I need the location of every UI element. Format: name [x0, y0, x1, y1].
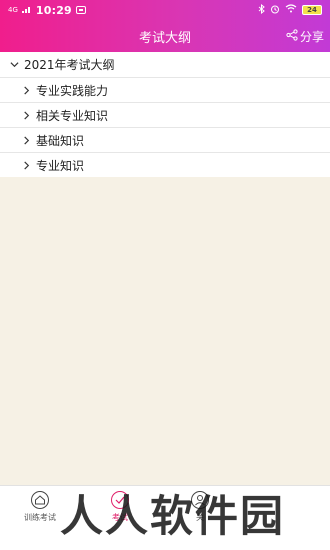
battery-indicator: 24: [302, 5, 322, 15]
tree-item-basic[interactable]: 基础知识: [0, 128, 330, 153]
home-icon: [30, 490, 50, 510]
exam-icon: [110, 490, 130, 510]
tree-item-professional[interactable]: 专业知识: [0, 153, 330, 178]
tab-exam[interactable]: 考试: [88, 490, 152, 523]
chevron-right-icon: [20, 160, 32, 170]
wifi-icon: [285, 4, 297, 16]
signal-indicator: 4G: [8, 6, 18, 14]
tree-root-item[interactable]: 2021年考试大纲: [0, 52, 330, 78]
status-left: 4G 10:29: [8, 4, 86, 17]
chevron-down-icon: [8, 60, 20, 69]
tab-label: 考试: [112, 513, 128, 522]
status-bar: 4G 10:29 24: [0, 0, 330, 20]
status-time: 10:29: [35, 3, 72, 17]
share-label: 分享: [299, 29, 324, 44]
share-icon: [286, 28, 298, 44]
share-button[interactable]: 分享: [286, 20, 324, 52]
signal-bars-icon: [21, 5, 32, 16]
bluetooth-icon: [258, 3, 265, 17]
bottom-tab-bar: 训练考试 考试 关: [0, 485, 330, 550]
alarm-icon: [270, 4, 280, 17]
message-icon: [75, 6, 86, 14]
tree-item-label: 专业知识: [36, 158, 85, 173]
tree-item-label: 相关专业知识: [36, 108, 109, 123]
status-right: 24: [258, 3, 322, 17]
tab-label: 关: [196, 513, 204, 522]
syllabus-tree: 2021年考试大纲 专业实践能力 相关专业知识 基础知识 专业知识: [0, 52, 330, 178]
tab-mine[interactable]: 关: [168, 490, 232, 523]
tab-label: 训练考试: [24, 513, 56, 522]
chevron-right-icon: [20, 135, 32, 145]
tree-item-practice[interactable]: 专业实践能力: [0, 78, 330, 103]
content-area: [0, 177, 330, 485]
app-header: 考试大纲 分享: [0, 20, 330, 52]
tree-item-label: 专业实践能力: [36, 83, 109, 98]
page-title: 考试大纲: [138, 30, 191, 46]
user-icon: [190, 490, 210, 510]
chevron-right-icon: [20, 110, 32, 120]
tree-item-related[interactable]: 相关专业知识: [0, 103, 330, 128]
chevron-right-icon: [20, 85, 32, 95]
tree-item-label: 基础知识: [36, 133, 85, 148]
tree-root-label: 2021年考试大纲: [24, 58, 115, 72]
tab-training[interactable]: 训练考试: [8, 490, 72, 523]
